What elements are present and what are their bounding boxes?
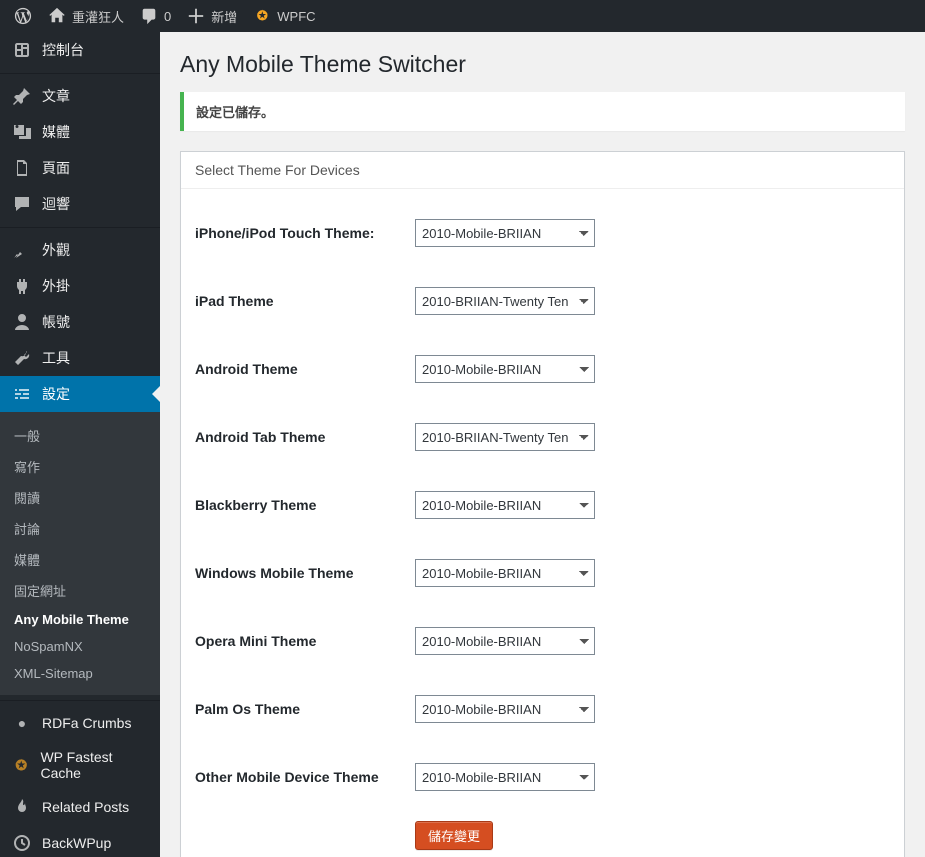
submenu-discussion[interactable]: 討論: [0, 513, 160, 544]
theme-select[interactable]: 2010-Mobile-BRIIAN2010-BRIIAN-Twenty Ten: [415, 559, 595, 587]
theme-select[interactable]: 2010-Mobile-BRIIAN2010-BRIIAN-Twenty Ten: [415, 287, 595, 315]
site-link[interactable]: 重灌狂人: [40, 0, 132, 32]
settings-icon: [12, 384, 32, 404]
theme-select[interactable]: 2010-Mobile-BRIIAN2010-BRIIAN-Twenty Ten: [415, 695, 595, 723]
device-theme-panel: Select Theme For Devices iPhone/iPod Tou…: [180, 151, 905, 857]
submenu-nospamnx[interactable]: NoSpamNX: [0, 633, 160, 660]
menu-settings[interactable]: 設定: [0, 376, 160, 412]
submenu-media[interactable]: 媒體: [0, 544, 160, 575]
wpfc-icon: ✪: [12, 755, 30, 775]
theme-row: Other Mobile Device Theme2010-Mobile-BRI…: [195, 743, 890, 811]
menu-rdfa[interactable]: ●RDFa Crumbs: [0, 705, 160, 741]
wrench-icon: [12, 348, 32, 368]
page-title: Any Mobile Theme Switcher: [180, 42, 905, 82]
comments-count: 0: [164, 9, 171, 24]
panel-title: Select Theme For Devices: [181, 152, 904, 189]
menu-related[interactable]: Related Posts: [0, 789, 160, 825]
theme-row-label: Opera Mini Theme: [195, 633, 415, 649]
theme-row-label: Blackberry Theme: [195, 497, 415, 513]
comment-icon: [140, 7, 158, 25]
theme-row-label: Other Mobile Device Theme: [195, 769, 415, 785]
dashboard-icon: [12, 40, 32, 60]
theme-row: Blackberry Theme2010-Mobile-BRIIAN2010-B…: [195, 471, 890, 539]
theme-row-label: iPad Theme: [195, 293, 415, 309]
save-button[interactable]: 儲存變更: [415, 821, 493, 850]
settings-saved-notice: 設定已儲存。: [180, 92, 905, 131]
admin-toolbar: 重灌狂人 0 新增 ✪ WPFC: [0, 0, 925, 32]
admin-sidebar: 控制台 文章 媒體 頁面 迴響 外觀 外掛 帳號 工具 設定 一般 寫作 閱讀 …: [0, 32, 160, 857]
new-content-link[interactable]: 新增: [179, 0, 245, 32]
wordpress-icon: [14, 7, 32, 25]
flame-icon: [12, 797, 32, 817]
page-icon: [12, 158, 32, 178]
menu-posts[interactable]: 文章: [0, 78, 160, 114]
media-icon: [12, 122, 32, 142]
plugin-icon: [12, 276, 32, 296]
menu-users[interactable]: 帳號: [0, 304, 160, 340]
theme-row: Palm Os Theme2010-Mobile-BRIIAN2010-BRII…: [195, 675, 890, 743]
menu-dashboard[interactable]: 控制台: [0, 32, 160, 68]
theme-select[interactable]: 2010-Mobile-BRIIAN2010-BRIIAN-Twenty Ten: [415, 423, 595, 451]
main-content: Any Mobile Theme Switcher 設定已儲存。 Select …: [160, 32, 925, 857]
menu-appearance[interactable]: 外觀: [0, 232, 160, 268]
theme-row: Opera Mini Theme2010-Mobile-BRIIAN2010-B…: [195, 607, 890, 675]
theme-row: Android Theme2010-Mobile-BRIIAN2010-BRII…: [195, 335, 890, 403]
submenu-any-mobile[interactable]: Any Mobile Theme: [0, 606, 160, 633]
menu-backwpup[interactable]: BackWPup: [0, 825, 160, 857]
theme-row-label: Windows Mobile Theme: [195, 565, 415, 581]
theme-row: Android Tab Theme2010-Mobile-BRIIAN2010-…: [195, 403, 890, 471]
comment-icon: [12, 194, 32, 214]
wp-logo[interactable]: [6, 0, 40, 32]
theme-row-label: Android Tab Theme: [195, 429, 415, 445]
brush-icon: [12, 240, 32, 260]
user-icon: [12, 312, 32, 332]
theme-row-label: iPhone/iPod Touch Theme:: [195, 225, 415, 241]
pin-icon: [12, 86, 32, 106]
theme-row: iPad Theme2010-Mobile-BRIIAN2010-BRIIAN-…: [195, 267, 890, 335]
menu-plugins[interactable]: 外掛: [0, 268, 160, 304]
submenu-writing[interactable]: 寫作: [0, 451, 160, 482]
home-icon: [48, 7, 66, 25]
new-label: 新增: [211, 7, 237, 26]
site-name: 重灌狂人: [72, 7, 124, 26]
menu-media[interactable]: 媒體: [0, 114, 160, 150]
dot-icon: ●: [12, 713, 32, 733]
theme-row-label: Android Theme: [195, 361, 415, 377]
submenu-general[interactable]: 一般: [0, 420, 160, 451]
plus-icon: [187, 7, 205, 25]
menu-pages[interactable]: 頁面: [0, 150, 160, 186]
theme-select[interactable]: 2010-Mobile-BRIIAN2010-BRIIAN-Twenty Ten: [415, 763, 595, 791]
theme-select[interactable]: 2010-Mobile-BRIIAN2010-BRIIAN-Twenty Ten: [415, 219, 595, 247]
wpfc-icon: ✪: [253, 7, 271, 25]
theme-select[interactable]: 2010-Mobile-BRIIAN2010-BRIIAN-Twenty Ten: [415, 355, 595, 383]
theme-row: iPhone/iPod Touch Theme:2010-Mobile-BRII…: [195, 199, 890, 267]
backwpup-icon: [12, 833, 32, 853]
settings-submenu: 一般 寫作 閱讀 討論 媒體 固定網址 Any Mobile Theme NoS…: [0, 412, 160, 695]
menu-comments[interactable]: 迴響: [0, 186, 160, 222]
theme-select[interactable]: 2010-Mobile-BRIIAN2010-BRIIAN-Twenty Ten: [415, 491, 595, 519]
theme-row-label: Palm Os Theme: [195, 701, 415, 717]
theme-row: Windows Mobile Theme2010-Mobile-BRIIAN20…: [195, 539, 890, 607]
wpfc-toolbar-link[interactable]: ✪ WPFC: [245, 0, 323, 32]
menu-tools[interactable]: 工具: [0, 340, 160, 376]
submenu-permalink[interactable]: 固定網址: [0, 575, 160, 606]
theme-select[interactable]: 2010-Mobile-BRIIAN2010-BRIIAN-Twenty Ten: [415, 627, 595, 655]
submenu-xml-sitemap[interactable]: XML-Sitemap: [0, 660, 160, 687]
menu-wpfc[interactable]: ✪WP Fastest Cache: [0, 741, 160, 789]
submenu-reading[interactable]: 閱讀: [0, 482, 160, 513]
comments-link[interactable]: 0: [132, 0, 179, 32]
wpfc-label: WPFC: [277, 9, 315, 24]
